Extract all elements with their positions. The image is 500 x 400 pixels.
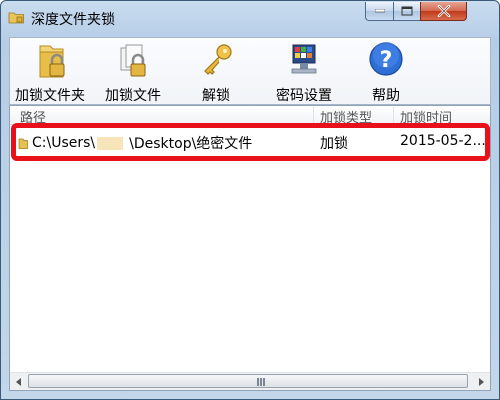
window-title: 深度文件夹锁 — [31, 12, 115, 28]
svg-text:?: ? — [380, 48, 393, 73]
scroll-right-button[interactable] — [472, 373, 489, 390]
maximize-button[interactable] — [393, 2, 421, 21]
help-label: 帮助 — [372, 88, 400, 104]
column-header-path[interactable]: 路径 — [10, 107, 314, 123]
title-bar[interactable]: 深度文件夹锁 — [1, 1, 499, 35]
scrollbar-grip-icon — [257, 378, 265, 386]
minimize-icon — [374, 9, 385, 13]
lock-file-label: 加锁文件 — [105, 88, 161, 104]
app-window: 深度文件夹锁 加锁文件夹 加锁文件 解锁 密码设置 ? 帮助 路径 加锁类型 加… — [0, 0, 500, 400]
password-settings-button[interactable]: 密码设置 — [268, 40, 340, 104]
maximize-icon — [401, 6, 413, 16]
column-header-lock-type[interactable]: 加锁类型 — [314, 107, 394, 123]
highlight-annotation — [11, 123, 490, 161]
lock-folder-button[interactable]: 加锁文件夹 — [12, 40, 88, 104]
lock-file-icon — [120, 44, 146, 77]
unlock-button[interactable]: 解锁 — [190, 40, 242, 104]
scroll-left-button[interactable] — [10, 373, 27, 390]
lock-folder-icon — [39, 45, 65, 78]
key-icon — [204, 44, 232, 75]
password-settings-label: 密码设置 — [276, 88, 332, 104]
scrollbar-thumb[interactable] — [28, 374, 468, 388]
scroll-left-icon — [15, 377, 21, 386]
horizontal-scrollbar[interactable] — [10, 372, 490, 390]
scroll-right-icon — [478, 377, 484, 386]
password-settings-icon — [291, 44, 317, 74]
help-icon: ? — [369, 42, 403, 76]
lock-file-button[interactable]: 加锁文件 — [98, 40, 168, 104]
unlock-label: 解锁 — [202, 88, 230, 104]
toolbar: 加锁文件夹 加锁文件 解锁 密码设置 ? 帮助 — [9, 37, 491, 105]
lock-folder-label: 加锁文件夹 — [15, 88, 85, 104]
help-button[interactable]: ? 帮助 — [362, 40, 410, 104]
folder-lock-app-icon — [8, 12, 24, 24]
close-icon — [437, 5, 450, 17]
minimize-button[interactable] — [365, 2, 394, 21]
column-header-lock-time[interactable]: 加锁时间 — [394, 107, 490, 123]
close-button[interactable] — [420, 2, 467, 21]
